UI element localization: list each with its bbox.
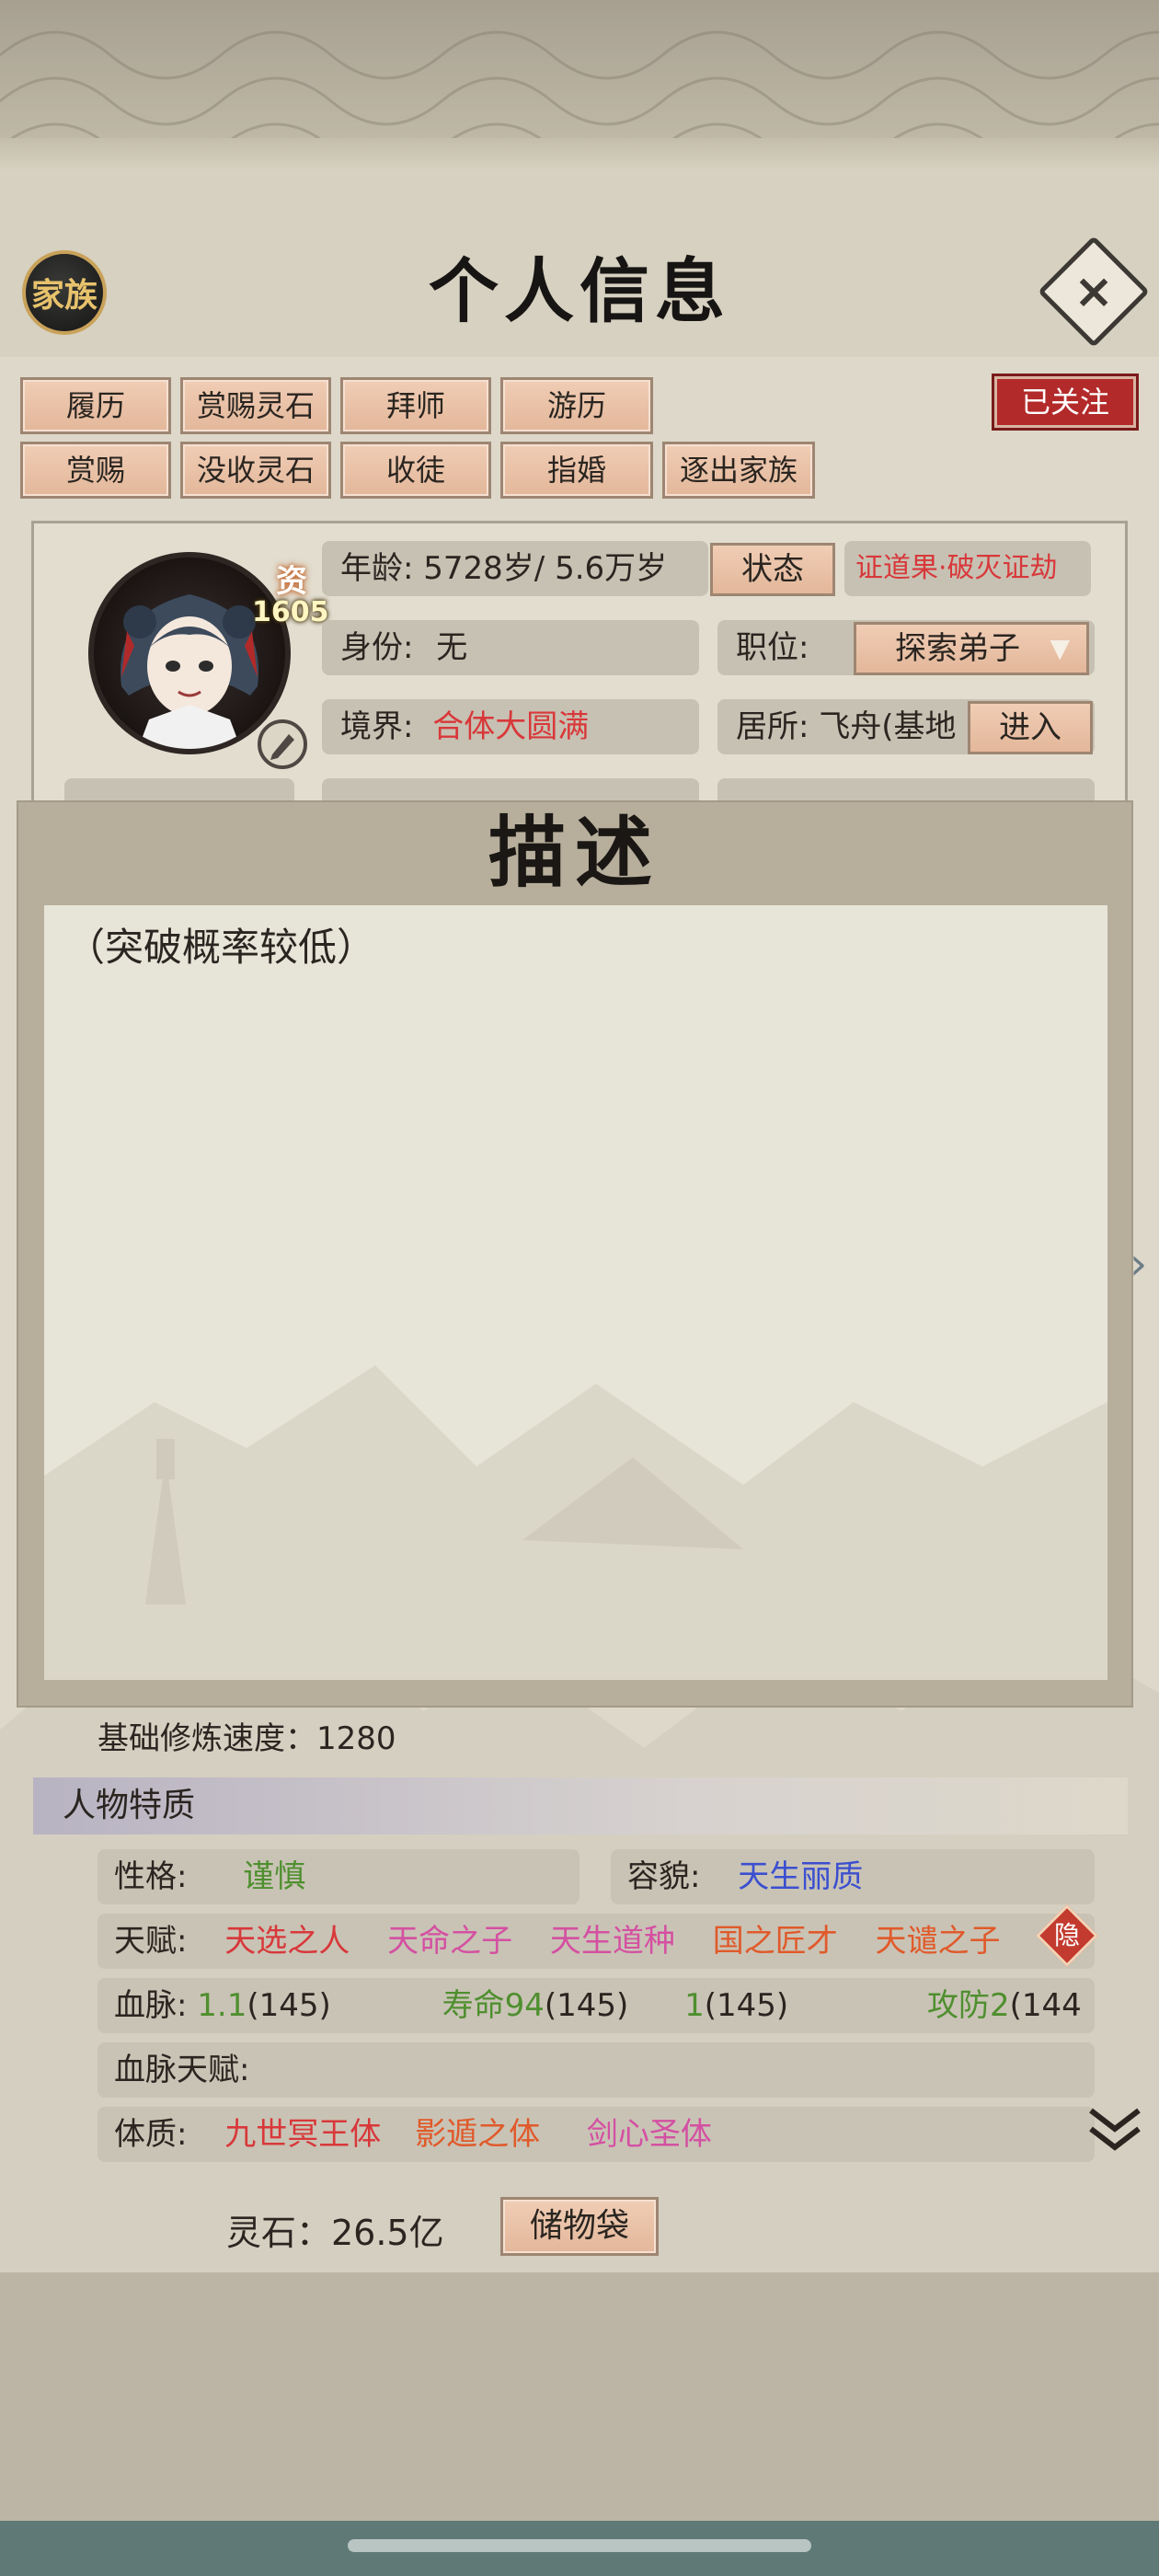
bloodline-c: 1 <box>684 1987 705 2024</box>
bloodline-row: 血脉: 1.1(145) 寿命94(145) 1(145) 攻防2(144 <box>98 1978 1095 2033</box>
age-value: 5728岁/ 5.6万岁 <box>423 550 668 587</box>
ink-mountain-background <box>44 1365 1107 1680</box>
follow-button[interactable]: 已关注 <box>992 374 1139 431</box>
appearance-value: 天生丽质 <box>738 1858 864 1895</box>
base-speed: 基础修炼速度：1280 <box>98 1720 396 1757</box>
appearance-label: 容貌: <box>627 1858 701 1895</box>
expand-down-icon[interactable] <box>1085 2101 1144 2161</box>
bloodline-d-count: (144 <box>1009 1987 1082 2024</box>
talent-item[interactable]: 天选之人 <box>224 1923 350 1960</box>
edit-pen-icon[interactable] <box>258 719 307 769</box>
bloodline-a-count: (145) <box>247 1987 331 2024</box>
bloodline-d: 攻防2 <box>927 1987 1010 2024</box>
identity-label: 身份: <box>340 629 414 666</box>
family-button[interactable]: 家族 <box>22 250 107 335</box>
position-label: 职位: <box>736 629 809 666</box>
bloodline-talent-label: 血脉天赋: <box>114 2052 250 2088</box>
bloodline-talent-row: 血脉天赋: <box>98 2042 1095 2098</box>
appearance-row: 容貌: 天生丽质 <box>611 1849 1095 1904</box>
bloodline-b-count: (145) <box>544 1987 629 2024</box>
bottom-area <box>0 2272 1159 2521</box>
talent-item[interactable]: 天谴之子 <box>876 1923 1001 1960</box>
lingshi-balance: 灵石：26.5亿 <box>226 2213 444 2253</box>
age-label: 年龄: <box>340 550 414 587</box>
residence-value: 飞舟(基地 <box>819 708 957 745</box>
position-dropdown[interactable]: 探索弟子 ▼ <box>854 622 1089 675</box>
tab-arrange-marriage[interactable]: 指婚 <box>500 442 653 499</box>
talent-label: 天赋: <box>114 1923 188 1960</box>
resource-value: 1605 <box>252 596 329 628</box>
physique-row: 体质: 九世冥王体 影遁之体 剑心圣体 <box>98 2107 1095 2162</box>
bloodline-b: 寿命94 <box>442 1987 545 2024</box>
avatar[interactable] <box>88 552 291 754</box>
personality-label: 性格: <box>114 1858 188 1895</box>
talent-item[interactable]: 天生道种 <box>550 1923 675 1960</box>
close-icon[interactable]: × <box>1054 252 1133 331</box>
traits-section-title: 人物特质 <box>33 1777 1128 1834</box>
bloodline-label: 血脉: <box>114 1987 188 2024</box>
position-value: 探索弟子 <box>895 630 1020 667</box>
tab-apprentice[interactable]: 拜师 <box>340 377 491 434</box>
tab-take-disciple[interactable]: 收徒 <box>340 442 491 499</box>
next-arrow-icon[interactable]: › <box>1130 1238 1147 1290</box>
description-text: （突破概率较低） <box>66 925 376 970</box>
physique-label: 体质: <box>114 2116 188 2153</box>
tab-travel[interactable]: 游历 <box>500 377 653 434</box>
chevron-down-icon: ▼ <box>1050 633 1070 663</box>
description-title: 描述 <box>488 807 661 898</box>
age-field: 年龄: 5728岁/ 5.6万岁 <box>322 541 708 596</box>
tab-reward[interactable]: 赏赐 <box>20 442 171 499</box>
identity-value: 无 <box>436 629 468 666</box>
talent-row: 天赋: 天选之人 天命之子 天生道种 国之匠才 天谴之子 <box>98 1914 1095 1969</box>
physique-item[interactable]: 影遁之体 <box>415 2116 540 2153</box>
identity-field: 身份: 无 <box>322 620 699 675</box>
realm-value: 合体大圆满 <box>432 708 590 745</box>
realm-field: 境界: 合体大圆满 <box>322 699 699 754</box>
tab-reward-lingshi[interactable]: 赏赐灵石 <box>180 377 331 434</box>
residence-label: 居所: <box>736 708 809 745</box>
character-portrait-icon <box>120 594 259 749</box>
title-text: 证道果·破灭证劫 <box>844 541 1091 596</box>
home-indicator[interactable] <box>348 2539 811 2552</box>
tab-expel[interactable]: 逐出家族 <box>662 442 815 499</box>
personality-row: 性格: 谨慎 <box>98 1849 580 1904</box>
hide-label[interactable]: 隐 <box>1045 1914 1089 1958</box>
bloodline-a: 1.1 <box>197 1987 247 2024</box>
page-title: 个人信息 <box>429 250 730 332</box>
personality-value: 谨慎 <box>243 1858 306 1895</box>
tab-resume[interactable]: 履历 <box>20 377 171 434</box>
talent-item[interactable]: 国之匠才 <box>713 1923 838 1960</box>
resource-label: 资 <box>276 563 307 600</box>
physique-item[interactable]: 九世冥王体 <box>224 2116 381 2153</box>
physique-item[interactable]: 剑心圣体 <box>587 2116 712 2153</box>
status-button[interactable]: 状态 <box>710 543 835 596</box>
tab-confiscate-lingshi[interactable]: 没收灵石 <box>180 442 331 499</box>
storage-bag-button[interactable]: 储物袋 <box>500 2197 659 2256</box>
enter-button[interactable]: 进入 <box>968 701 1093 754</box>
talent-item[interactable]: 天命之子 <box>387 1923 512 1960</box>
realm-label: 境界: <box>340 708 414 745</box>
bloodline-c-count: (145) <box>704 1987 789 2024</box>
description-body <box>44 905 1107 1680</box>
paper-edge <box>0 138 1159 175</box>
